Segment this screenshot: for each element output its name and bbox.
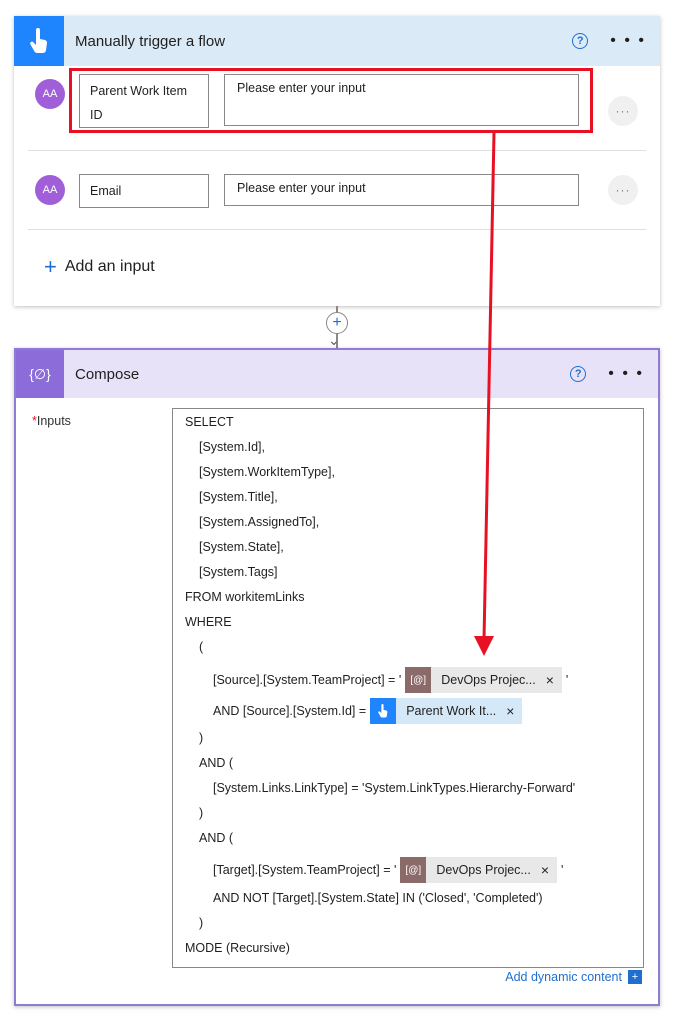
- code-line: [System.Title],: [199, 490, 278, 504]
- code-text: AND [Source].[System.Id] =: [213, 704, 367, 718]
- code-text: ': [565, 673, 569, 687]
- code-line: ): [199, 916, 204, 930]
- compose-icon-glyph: {∅}: [29, 365, 51, 382]
- more-options-icon[interactable]: • • •: [608, 365, 644, 383]
- chevron-down-icon: ⌄: [328, 332, 340, 348]
- code-line: [System.Id],: [199, 440, 265, 454]
- trigger-header[interactable]: Manually trigger a flow ? • • •: [14, 16, 660, 66]
- dynamic-token[interactable]: [@] DevOps Projec... ×: [405, 667, 562, 693]
- code-line: ): [199, 731, 204, 745]
- dynamic-token[interactable]: Parent Work It... ×: [370, 698, 523, 724]
- code-line: [System.WorkItemType],: [199, 465, 335, 479]
- plus-icon: +: [44, 254, 57, 279]
- remove-token-icon[interactable]: ×: [546, 672, 562, 688]
- code-line: WHERE: [185, 615, 232, 629]
- more-options-icon[interactable]: • • •: [610, 32, 646, 50]
- compose-icon: {∅}: [16, 350, 64, 398]
- insert-step-button[interactable]: +: [326, 312, 348, 334]
- inputs-label: *Inputs: [32, 414, 71, 428]
- code-line: [Source].[System.TeamProject] = ' [@] De…: [213, 667, 568, 693]
- compose-header[interactable]: {∅} Compose ? • • •: [16, 350, 658, 398]
- row-more-icon[interactable]: ···: [608, 175, 638, 205]
- highlight-box: [69, 68, 593, 133]
- code-text: [Target].[System.TeamProject] = ': [213, 863, 397, 877]
- compose-title: Compose: [75, 365, 140, 383]
- trigger-title: Manually trigger a flow: [75, 32, 226, 50]
- code-line: [System.Tags]: [199, 565, 278, 579]
- add-dynamic-content-link[interactable]: Add dynamic content +: [505, 970, 642, 984]
- token-label: Parent Work It...: [406, 704, 497, 718]
- code-text: [Source].[System.TeamProject] = ': [213, 673, 402, 687]
- help-icon[interactable]: ?: [570, 366, 587, 382]
- code-line: (: [199, 640, 204, 654]
- divider: [28, 150, 646, 151]
- trigger-card: Manually trigger a flow ? • • • AA Paren…: [14, 16, 660, 306]
- code-line: AND [Source].[System.Id] = Parent Work I…: [213, 698, 526, 724]
- row-more-icon[interactable]: ···: [608, 96, 638, 126]
- add-dynamic-label: Add dynamic content: [505, 970, 622, 984]
- code-line: [System.AssignedTo],: [199, 515, 320, 529]
- remove-token-icon[interactable]: ×: [506, 703, 522, 719]
- code-line: AND (: [199, 831, 234, 845]
- text-input-type-icon: AA: [35, 79, 65, 109]
- inputs-editor[interactable]: SELECT [System.Id], [System.WorkItemType…: [172, 408, 644, 968]
- add-input-button[interactable]: + Add an input: [44, 254, 155, 280]
- divider: [28, 229, 646, 230]
- input-name-field[interactable]: Email: [79, 174, 209, 208]
- input-row: AA Email Please enter your input ···: [14, 174, 660, 254]
- code-line: MODE (Recursive): [185, 941, 290, 955]
- input-name-line: Email: [90, 184, 122, 198]
- inputs-label-text: Inputs: [36, 414, 71, 428]
- dynamic-token[interactable]: [@] DevOps Projec... ×: [400, 857, 558, 883]
- hand-pointer-icon: [370, 698, 397, 724]
- code-line: AND NOT [Target].[System.State] IN ('Clo…: [213, 891, 543, 905]
- code-line: ): [199, 806, 204, 820]
- add-input-label: Add an input: [64, 258, 155, 275]
- devops-project-icon: [@]: [405, 667, 432, 693]
- code-line: SELECT: [185, 415, 234, 429]
- code-line: [Target].[System.TeamProject] = ' [@] De…: [213, 857, 563, 883]
- remove-token-icon[interactable]: ×: [541, 862, 557, 878]
- code-line: AND (: [199, 756, 234, 770]
- token-label: DevOps Projec...: [441, 673, 536, 687]
- plus-icon: +: [628, 970, 642, 984]
- compose-card: {∅} Compose ? • • • *Inputs SELECT [Syst…: [14, 348, 660, 1006]
- token-label: DevOps Projec...: [436, 863, 531, 877]
- code-line: [System.State],: [199, 540, 284, 554]
- text-input-type-icon: AA: [35, 175, 65, 205]
- code-line: FROM workitemLinks: [185, 590, 305, 604]
- input-value-field[interactable]: Please enter your input: [224, 174, 579, 206]
- devops-project-icon: [@]: [400, 857, 427, 883]
- code-line: [System.Links.LinkType] = 'System.LinkTy…: [213, 781, 576, 795]
- help-icon[interactable]: ?: [572, 33, 589, 49]
- hand-pointer-icon: [14, 16, 64, 66]
- code-text: ': [561, 863, 564, 877]
